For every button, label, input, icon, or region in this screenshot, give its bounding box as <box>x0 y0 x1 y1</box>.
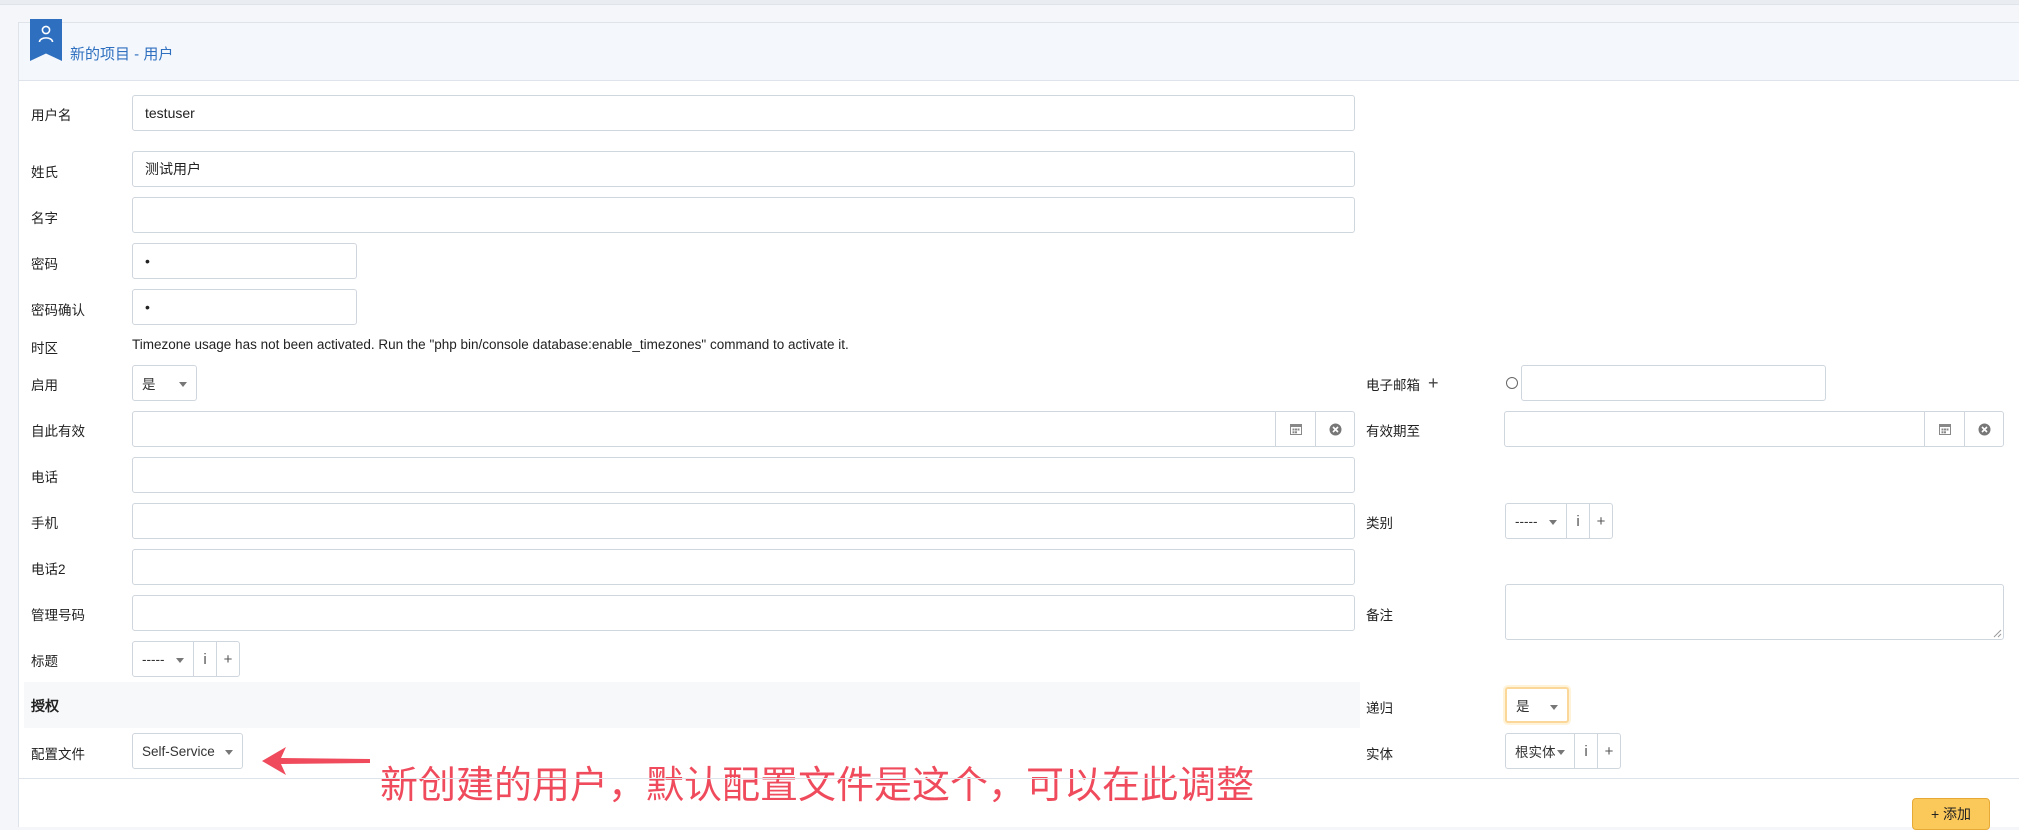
enabled-value: 是 <box>142 377 156 392</box>
page-title: 新的项目 - 用户 <box>70 46 174 63</box>
password-label: 密码 <box>31 257 58 272</box>
valid-from-label: 自此有效 <box>31 424 85 439</box>
info-icon: i <box>1584 742 1588 760</box>
admin-number-label: 管理号码 <box>31 608 85 623</box>
chevron-down-icon <box>1549 520 1557 525</box>
entity-select[interactable]: 根实体 <box>1505 733 1575 769</box>
password-confirm-input[interactable] <box>132 289 357 325</box>
comment-textarea[interactable] <box>1505 584 2004 640</box>
profile-label: 配置文件 <box>31 747 85 762</box>
category-label: 类别 <box>1366 516 1393 531</box>
recursive-select[interactable]: 是 <box>1505 687 1569 723</box>
timezone-note: Timezone usage has not been activated. R… <box>132 337 849 352</box>
phone-label: 电话 <box>31 470 58 485</box>
password-input[interactable] <box>132 243 357 279</box>
firstname-input[interactable] <box>132 197 1355 233</box>
title-add-button[interactable]: + <box>216 641 240 677</box>
valid-until-date-group <box>1504 411 2004 447</box>
clear-date-button[interactable] <box>1964 412 2004 446</box>
phone2-input[interactable] <box>132 549 1355 585</box>
surname-label: 姓氏 <box>31 165 58 180</box>
user-ribbon <box>30 19 62 61</box>
add-button-label: + 添加 <box>1930 806 1972 822</box>
add-button[interactable]: + 添加 <box>1912 798 1990 830</box>
category-value: ----- <box>1515 513 1538 529</box>
resize-handle-icon[interactable] <box>1993 629 2002 638</box>
category-info-button[interactable]: i <box>1566 503 1590 539</box>
valid-from-date-group <box>132 411 1355 447</box>
comment-label: 备注 <box>1366 608 1393 623</box>
valid-until-input[interactable] <box>1505 412 1925 446</box>
entity-value: 根实体 <box>1515 745 1556 760</box>
user-icon <box>38 25 54 43</box>
email-input[interactable] <box>1521 365 1826 401</box>
clear-date-button[interactable] <box>1315 412 1355 446</box>
panel-header: 新的项目 - 用户 <box>19 19 2019 81</box>
chevron-down-icon <box>225 750 233 755</box>
enabled-select[interactable]: 是 <box>132 365 197 401</box>
phone2-label: 电话2 <box>31 562 66 577</box>
title-info-button[interactable]: i <box>193 641 217 677</box>
entity-add-button[interactable]: + <box>1597 733 1621 769</box>
footer-divider <box>18 778 2019 779</box>
valid-until-label: 有效期至 <box>1366 424 1420 439</box>
email-default-radio[interactable] <box>1506 377 1518 389</box>
chevron-down-icon <box>1557 750 1565 755</box>
authorization-heading: 授权 <box>31 698 59 714</box>
title-value: ----- <box>142 651 165 667</box>
entity-info-button[interactable]: i <box>1574 733 1598 769</box>
chevron-down-icon <box>1550 705 1558 710</box>
title-label: 标题 <box>31 654 58 669</box>
clear-icon <box>1978 423 1991 435</box>
category-add-button[interactable]: + <box>1589 503 1613 539</box>
recursive-value: 是 <box>1516 699 1530 714</box>
profile-value: Self-Service <box>142 743 215 759</box>
plus-icon: + <box>1604 742 1614 760</box>
chevron-down-icon <box>179 382 187 387</box>
entity-label: 实体 <box>1366 747 1393 762</box>
annotation-arrow-icon <box>262 747 370 775</box>
clear-icon <box>1329 423 1342 435</box>
mobile-label: 手机 <box>31 516 58 531</box>
plus-icon: + <box>1596 512 1606 530</box>
valid-from-input[interactable] <box>133 412 1276 446</box>
info-icon: i <box>203 650 207 668</box>
authorization-section <box>24 682 1360 728</box>
top-border <box>0 0 2019 5</box>
mobile-input[interactable] <box>132 503 1355 539</box>
username-label: 用户名 <box>31 108 72 123</box>
recursive-label: 递归 <box>1366 701 1393 716</box>
calendar-icon <box>1289 424 1302 435</box>
add-email-icon[interactable]: + <box>1428 374 1439 392</box>
calendar-icon <box>1938 424 1951 435</box>
profile-select[interactable]: Self-Service <box>132 733 243 769</box>
plus-icon: + <box>223 650 233 668</box>
title-select[interactable]: ----- <box>132 641 194 677</box>
surname-input[interactable] <box>132 151 1355 187</box>
enabled-label: 启用 <box>31 378 58 393</box>
category-select[interactable]: ----- <box>1505 503 1567 539</box>
timezone-label: 时区 <box>31 341 58 356</box>
calendar-button[interactable] <box>1924 412 1964 446</box>
username-input[interactable] <box>132 95 1355 131</box>
info-icon: i <box>1576 512 1580 530</box>
chevron-down-icon <box>176 658 184 663</box>
email-label: 电子邮箱 <box>1366 378 1420 393</box>
phone-input[interactable] <box>132 457 1355 493</box>
annotation-text: 新创建的用户，默认配置文件是这个，可以在此调整 <box>380 763 1255 807</box>
firstname-label: 名字 <box>31 211 58 226</box>
calendar-button[interactable] <box>1275 412 1315 446</box>
admin-number-input[interactable] <box>132 595 1355 631</box>
password-confirm-label: 密码确认 <box>31 303 85 318</box>
